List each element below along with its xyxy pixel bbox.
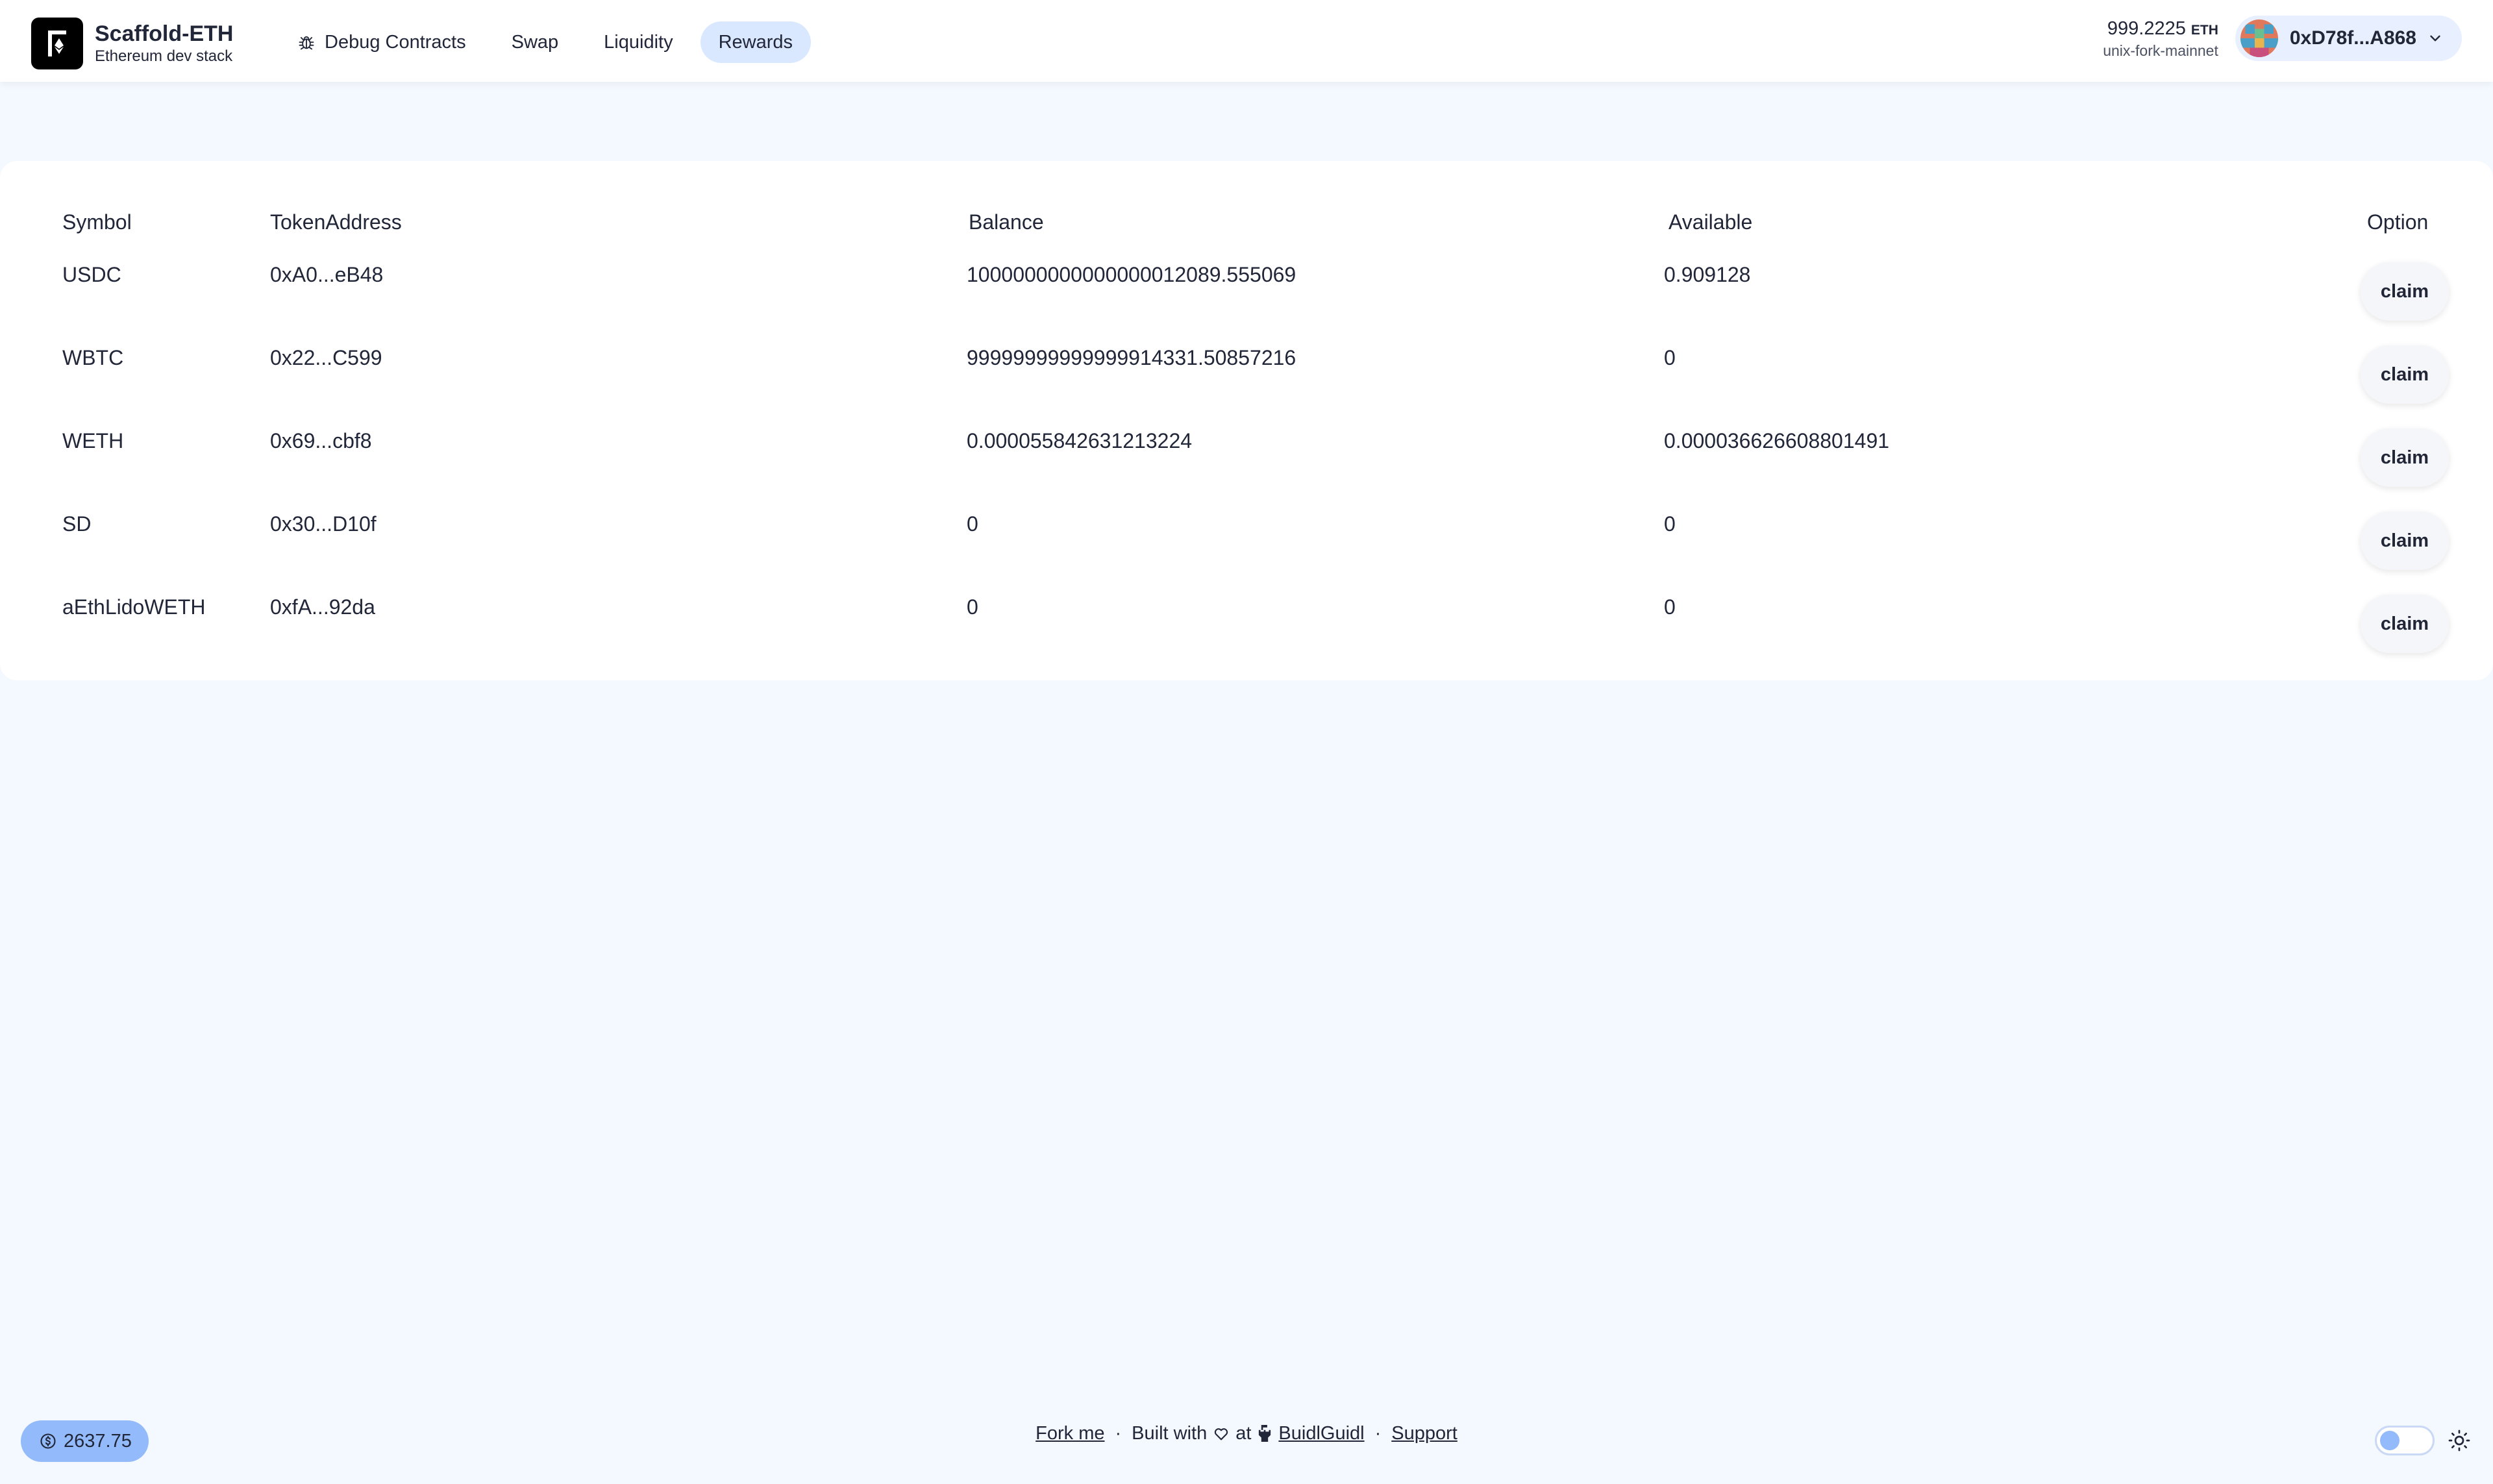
theme-toggle[interactable]	[2375, 1426, 2435, 1455]
account-dropdown-button[interactable]: 0xD78f...A868	[2235, 16, 2462, 61]
cell-token-address: 0xA0...eB48	[270, 263, 384, 286]
support-link[interactable]: Support	[1391, 1423, 1457, 1444]
nav-swap[interactable]: Swap	[493, 21, 577, 63]
cell-balance: 0	[967, 595, 978, 619]
balance-value: 999.2225	[2107, 18, 2186, 39]
brand[interactable]: Scaffold-ETH Ethereum dev stack	[31, 18, 233, 69]
buidlguidl-castle-icon	[1256, 1423, 1273, 1444]
claim-button-aethlidoweth[interactable]: claim	[2361, 595, 2449, 653]
nav-liquidity[interactable]: Liquidity	[586, 21, 691, 63]
cell-token-address: 0x30...D10f	[270, 512, 377, 536]
cell-symbol: WBTC	[62, 346, 124, 369]
nav-label: Debug Contracts	[325, 31, 466, 53]
at-text: at	[1235, 1422, 1252, 1444]
footer-links: Fork me · Built with at BuidlGuidl · Sup…	[0, 1420, 2493, 1446]
balance-unit: ETH	[2190, 22, 2218, 38]
separator-dot: ·	[1374, 1422, 1382, 1444]
chevron-down-icon	[2427, 30, 2444, 47]
separator-dot: ·	[1115, 1422, 1122, 1444]
nav-label: Swap	[511, 31, 559, 53]
cell-available: 0.000036626608801491	[1664, 429, 1890, 452]
cell-available: 0	[1664, 595, 1676, 619]
buidlguidl-link[interactable]: BuidlGuidl	[1278, 1423, 1364, 1444]
cell-balance: 1000000000000000012089.555069	[967, 263, 1296, 286]
claim-button-sd[interactable]: claim	[2361, 512, 2449, 570]
column-header-token-address: TokenAddress	[270, 210, 402, 234]
brand-title: Scaffold-ETH	[95, 21, 234, 46]
cell-token-address: 0x69...cbf8	[270, 429, 372, 452]
nav-label: Liquidity	[604, 31, 673, 53]
scaffold-logo-icon	[31, 18, 83, 69]
cell-symbol: aEthLidoWETH	[62, 595, 206, 619]
cell-available: 0.909128	[1664, 263, 1751, 286]
nav-debug-contracts[interactable]: Debug Contracts	[279, 21, 484, 63]
blockie-avatar-icon	[2240, 19, 2278, 57]
cell-available: 0	[1664, 512, 1676, 536]
claim-button-weth[interactable]: claim	[2361, 428, 2449, 487]
bug-icon	[297, 33, 316, 51]
toggle-knob	[2380, 1431, 2400, 1450]
wallet-area: 999.2225 ETH unix-fork-mainnet 0xD78f...A…	[2103, 16, 2462, 61]
column-header-available: Available	[1668, 210, 1753, 234]
fork-me-link[interactable]: Fork me	[1036, 1423, 1104, 1444]
cell-symbol: SD	[62, 512, 92, 536]
heart-icon	[1212, 1424, 1230, 1442]
claim-button-wbtc[interactable]: claim	[2361, 345, 2449, 404]
cell-symbol: USDC	[62, 263, 121, 286]
account-address: 0xD78f...A868	[2289, 27, 2416, 49]
column-header-option: Option	[2367, 210, 2429, 234]
nav-rewards[interactable]: Rewards	[700, 21, 812, 63]
rewards-table: Symbol TokenAddress Balance Available Op…	[0, 161, 2493, 680]
column-header-symbol: Symbol	[62, 210, 132, 234]
cell-balance: 99999999999999914331.50857216	[967, 346, 1296, 369]
brand-subtitle: Ethereum dev stack	[95, 47, 233, 65]
cell-token-address: 0x22...C599	[270, 346, 382, 369]
cell-balance: 0	[967, 512, 978, 536]
column-header-balance: Balance	[969, 210, 1044, 234]
cell-token-address: 0xfA...92da	[270, 595, 375, 619]
nav-label: Rewards	[718, 31, 793, 53]
eth-balance[interactable]: 999.2225 ETH unix-fork-mainnet	[2103, 18, 2218, 60]
cell-symbol: WETH	[62, 429, 124, 452]
claim-button-usdc[interactable]: claim	[2361, 262, 2449, 321]
sun-icon	[2448, 1429, 2471, 1452]
cell-available: 0	[1664, 346, 1676, 369]
network-name: unix-fork-mainnet	[2103, 42, 2218, 59]
top-navbar: Scaffold-ETH Ethereum dev stack Debug Co…	[0, 0, 2493, 82]
built-with-text: Built with	[1132, 1422, 1208, 1444]
main-nav: Debug Contracts Swap Liquidity Rewards	[279, 21, 812, 63]
cell-balance: 0.000055842631213224	[967, 429, 1193, 452]
